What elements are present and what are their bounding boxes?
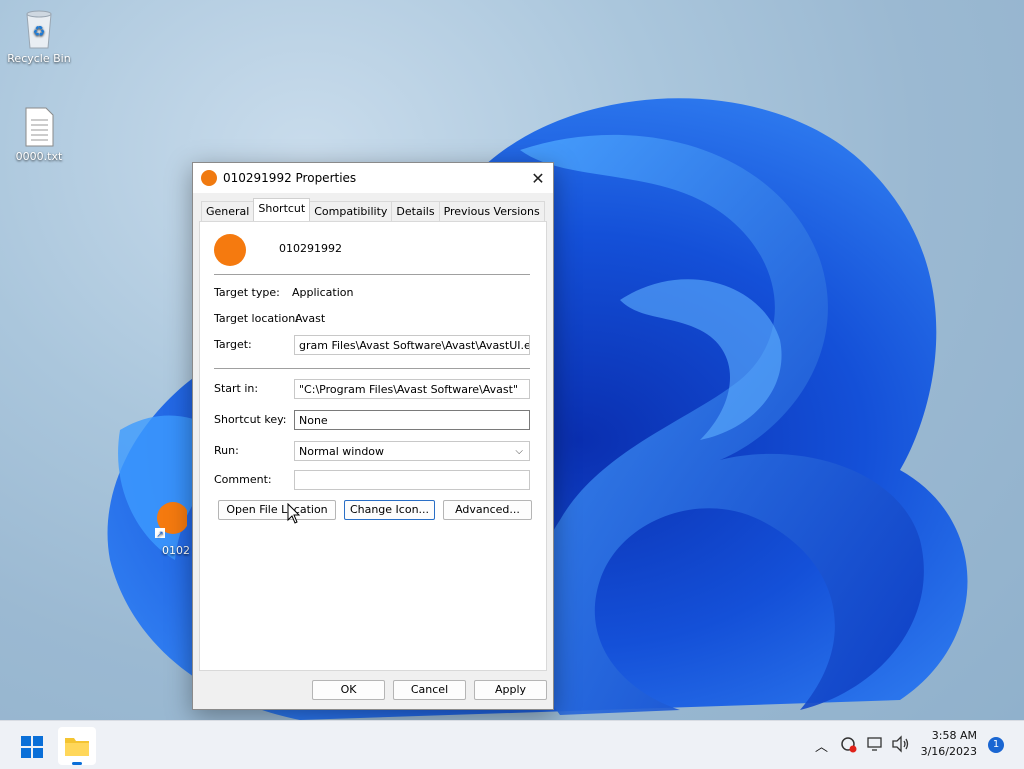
desktop-icon-avast-shortcut[interactable]: ↗ 0102 — [150, 498, 190, 557]
desktop-icon-text-file[interactable]: 0000.txt — [4, 106, 74, 163]
run-label: Run: — [214, 444, 239, 457]
comment-label: Comment: — [214, 473, 272, 486]
change-icon-button[interactable]: Change Icon... — [344, 500, 435, 520]
folder-icon — [65, 738, 89, 765]
run-select[interactable]: Normal window ⌵ — [294, 441, 530, 461]
desktop-icon-label: 0000.txt — [15, 150, 63, 163]
ok-button[interactable]: OK — [312, 680, 385, 700]
desktop-icon-label: 0102 — [162, 544, 190, 557]
chevron-down-icon: ⌵ — [515, 446, 523, 457]
target-type-label: Target type: — [214, 286, 280, 299]
divider — [214, 368, 530, 369]
tab-details[interactable]: Details — [391, 201, 440, 221]
close-icon: ✕ — [531, 168, 545, 188]
clock[interactable]: 3:58 AM 3/16/2023 — [921, 728, 977, 760]
svg-text:↗: ↗ — [156, 530, 164, 540]
svg-text:♻: ♻ — [33, 24, 46, 40]
tab-compatibility[interactable]: Compatibility — [309, 201, 393, 221]
chevron-up-icon[interactable]: ︿ — [815, 736, 828, 755]
avast-shortcut-icon: ↗ — [153, 498, 189, 542]
target-location-label: Target location: — [214, 312, 299, 325]
divider — [214, 274, 530, 275]
desktop-icon-recycle-bin[interactable]: ♻ Recycle Bin — [4, 8, 74, 65]
notification-badge[interactable]: 1 — [988, 737, 1004, 753]
start-button[interactable] — [20, 735, 44, 759]
target-type-value: Application — [292, 286, 354, 299]
close-button[interactable]: ✕ — [523, 163, 553, 193]
tab-previous-versions[interactable]: Previous Versions — [438, 201, 545, 221]
target-input[interactable]: gram Files\Avast Software\Avast\AvastUI.… — [294, 335, 530, 355]
advanced-button[interactable]: Advanced... — [443, 500, 532, 520]
dialog-titlebar[interactable]: 010291992 Properties ✕ — [193, 163, 553, 193]
open-file-location-button[interactable]: Open File Location — [218, 500, 336, 520]
dialog-title: 010291992 Properties — [223, 171, 357, 185]
run-select-value: Normal window — [299, 445, 385, 458]
start-in-input[interactable]: "C:\Program Files\Avast Software\Avast" — [294, 379, 530, 399]
desktop-icon-label: Recycle Bin — [7, 52, 71, 65]
avast-app-icon — [201, 170, 217, 186]
clock-date: 3/16/2023 — [920, 745, 977, 758]
cancel-button[interactable]: Cancel — [393, 680, 466, 700]
target-label: Target: — [214, 338, 252, 351]
windows-logo-icon — [21, 736, 43, 758]
tab-strip: General Shortcut Compatibility Details P… — [201, 198, 545, 221]
shortcut-name: 010291992 — [279, 242, 342, 255]
text-file-icon — [19, 106, 59, 148]
tab-shortcut[interactable]: Shortcut — [253, 198, 311, 221]
properties-dialog: 010291992 Properties ✕ General Shortcut … — [192, 162, 554, 710]
mouse-cursor-icon — [287, 503, 301, 524]
volume-icon[interactable] — [891, 735, 911, 757]
recycle-bin-icon: ♻ — [19, 8, 59, 50]
shortcut-key-label: Shortcut key: — [214, 413, 287, 426]
clock-time: 3:58 AM — [931, 729, 977, 742]
shortcut-key-input[interactable]: None — [294, 410, 530, 430]
target-location-value: Avast — [295, 312, 326, 325]
sync-icon[interactable] — [839, 735, 857, 757]
taskbar: ︿ 3:58 AM 3/16/2023 1 — [0, 720, 1024, 769]
tab-general[interactable]: General — [201, 201, 255, 221]
start-in-label: Start in: — [214, 382, 259, 395]
shortcut-panel: 010291992 Target type: Application Targe… — [199, 221, 547, 671]
comment-input[interactable] — [294, 470, 530, 490]
shortcut-app-icon — [214, 234, 246, 266]
network-icon[interactable] — [866, 735, 884, 757]
apply-button[interactable]: Apply — [474, 680, 547, 700]
file-explorer-button[interactable] — [58, 727, 96, 765]
